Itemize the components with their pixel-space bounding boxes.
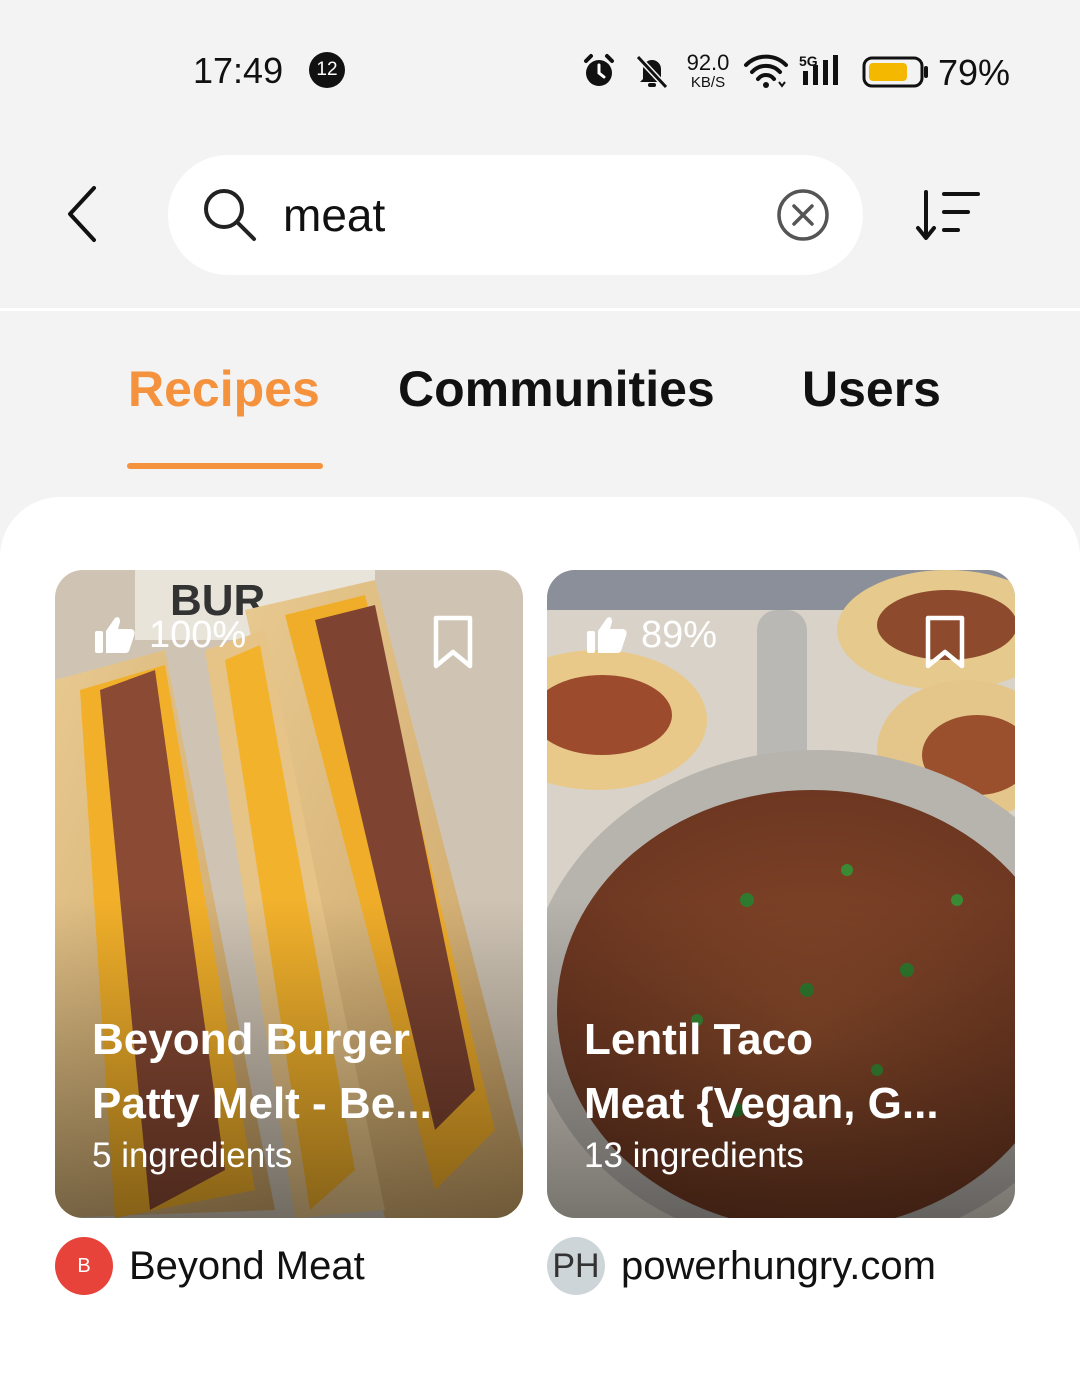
alarm-icon [584, 54, 614, 86]
recipe-source[interactable]: B Beyond Meat [55, 1236, 365, 1296]
cellular-signal-icon: 5G [799, 53, 838, 85]
recipe-title-line1: Beyond Burger [92, 1015, 410, 1064]
tab-active-indicator [127, 463, 323, 469]
battery-icon [862, 56, 928, 88]
bookmark-icon[interactable] [431, 614, 475, 670]
tab-users[interactable]: Users [802, 360, 941, 418]
avatar-initials: B [77, 1254, 91, 1277]
network-speed-value: 92.0 [686, 50, 730, 75]
header-divider [0, 308, 1080, 311]
thumbs-up-icon [95, 617, 135, 653]
rating: 89% [585, 610, 717, 660]
status-time: 17:49 [193, 50, 284, 91]
network-speed-unit: KB/S [690, 74, 726, 91]
recipe-title-line2: Patty Melt - Be... [92, 1079, 432, 1128]
recipe-title: Beyond Burger Patty Melt - Be... [92, 1008, 492, 1136]
network-speed: 92.0 KB/S [682, 52, 734, 92]
source-name: Beyond Meat [129, 1243, 365, 1288]
bookmark-icon[interactable] [923, 614, 967, 670]
clear-icon [777, 189, 829, 241]
clear-search-button[interactable] [775, 187, 831, 243]
status-bar: 17:49 12 92.0 KB/S 5G 79% [0, 0, 1080, 140]
recipe-title-line1: Lentil Taco [584, 1015, 813, 1064]
recipe-source[interactable]: PH powerhungry.com [547, 1236, 936, 1296]
sort-icon [916, 190, 980, 240]
recipe-card[interactable]: 89% Lentil Taco Meat {Vegan, G... 13 ing… [547, 570, 1015, 1218]
back-button[interactable] [58, 182, 108, 246]
tab-communities[interactable]: Communities [398, 360, 715, 418]
rating-percent: 89% [641, 613, 718, 656]
chevron-left-icon [68, 186, 96, 242]
search-icon [204, 189, 256, 241]
rating-percent: 100% [149, 613, 247, 656]
avatar: PH [547, 1237, 605, 1295]
ingredient-count: 5 ingredients [92, 1136, 293, 1175]
wifi-icon [744, 54, 788, 88]
thumbs-up-icon [587, 617, 627, 653]
rating: 100% [93, 610, 246, 660]
source-name: powerhungry.com [621, 1243, 936, 1288]
avatar-initials: PH [552, 1246, 600, 1285]
recipe-title: Lentil Taco Meat {Vegan, G... [584, 1008, 984, 1136]
tab-recipes[interactable]: Recipes [128, 360, 320, 418]
search-bar[interactable] [168, 155, 863, 275]
sort-button[interactable] [914, 188, 986, 244]
avatar: B [55, 1237, 113, 1295]
battery-percent: 79% [938, 52, 1011, 93]
recipe-title-line2: Meat {Vegan, G... [584, 1079, 939, 1128]
notification-count-badge: 12 [309, 52, 345, 88]
bell-muted-icon [635, 54, 669, 89]
search-input[interactable] [283, 185, 753, 245]
ingredient-count: 13 ingredients [584, 1136, 804, 1175]
recipe-card[interactable]: BUR 100% Beyond Burger Patty Melt - Be..… [55, 570, 523, 1218]
